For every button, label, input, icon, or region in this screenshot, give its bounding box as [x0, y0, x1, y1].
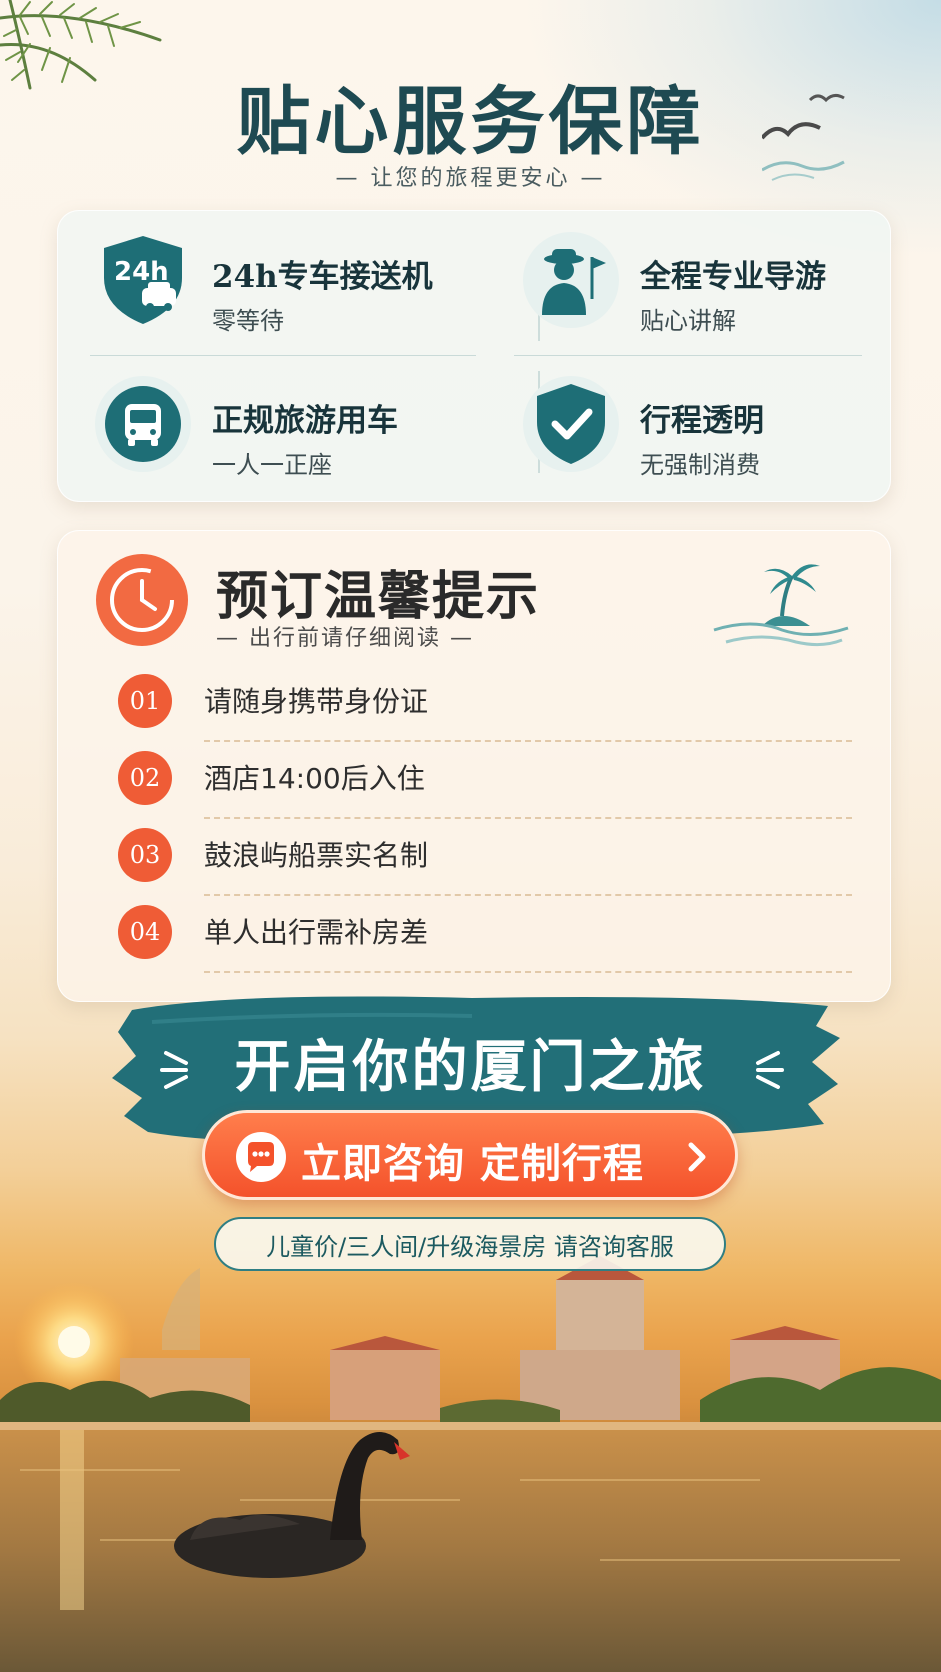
tip-item: 03 鼓浪屿船票实名制	[118, 820, 852, 896]
tip-number: 02	[118, 751, 172, 805]
consult-customize-button[interactable]: 立即咨询 定制行程	[202, 1110, 738, 1200]
service-title: 行程透明	[640, 403, 764, 439]
dashed-divider	[204, 740, 852, 742]
shield-car-icon: 24h	[94, 231, 192, 329]
tour-guide-icon	[523, 232, 619, 328]
sparkle-left-icon	[160, 1051, 188, 1089]
dashed-divider	[204, 971, 852, 973]
palm-island-icon	[713, 564, 849, 647]
tip-number: 01	[118, 674, 172, 728]
tips-title: 预订温馨提示	[216, 566, 541, 627]
horizontal-divider	[90, 355, 476, 356]
dashed-divider	[204, 894, 852, 896]
tip-number: 04	[118, 905, 172, 959]
cta-banner-title: 开启你的厦门之旅	[234, 1034, 707, 1100]
tip-text: 酒店14:00后入住	[204, 762, 425, 795]
tip-text: 鼓浪屿船票实名制	[204, 839, 429, 872]
sparkle-right-icon	[756, 1051, 784, 1089]
page-subtitle: — 让您的旅程更安心 —	[335, 166, 606, 191]
tips-subtitle: — 出行前请仔细阅读 —	[216, 626, 474, 651]
tip-item: 02 酒店14:00后入住	[118, 743, 852, 819]
tip-item: 01 请随身携带身份证	[118, 666, 852, 742]
dashed-divider	[204, 817, 852, 819]
customer-service-note[interactable]: 儿童价/三人间/升级海景房 请咨询客服	[214, 1217, 726, 1271]
service-subtitle: 一人一正座	[212, 451, 332, 479]
service-subtitle: 无强制消费	[640, 451, 760, 479]
service-title: 正规旅游用车	[212, 403, 398, 439]
service-card: 24h 24h专车接送机 零等待 全程专业导游 贴心讲解 正规旅游用车 一人一正…	[57, 210, 891, 502]
page-title: 贴心服务保障	[236, 79, 705, 165]
service-title: 24h专车接送机	[212, 259, 433, 295]
service-title: 全程专业导游	[640, 259, 826, 295]
horizontal-divider	[514, 355, 862, 356]
clock-icon	[96, 554, 188, 646]
tip-number: 03	[118, 828, 172, 882]
consult-button-label: 立即咨询 定制行程	[301, 1141, 644, 1187]
customer-service-note-text: 儿童价/三人间/升级海景房 请咨询客服	[266, 1232, 674, 1261]
tip-text: 单人出行需补房差	[204, 916, 429, 949]
tip-item: 04 单人出行需补房差	[118, 897, 852, 973]
shield-check-icon	[523, 376, 619, 472]
xiamen-lake-scenery	[0, 1256, 941, 1672]
chevron-right-icon	[688, 1142, 706, 1172]
service-subtitle: 贴心讲解	[640, 307, 736, 335]
tip-text: 请随身携带身份证	[204, 685, 429, 718]
bus-icon	[95, 376, 191, 472]
service-subtitle: 零等待	[212, 307, 284, 335]
chat-bubble-icon	[236, 1132, 286, 1182]
